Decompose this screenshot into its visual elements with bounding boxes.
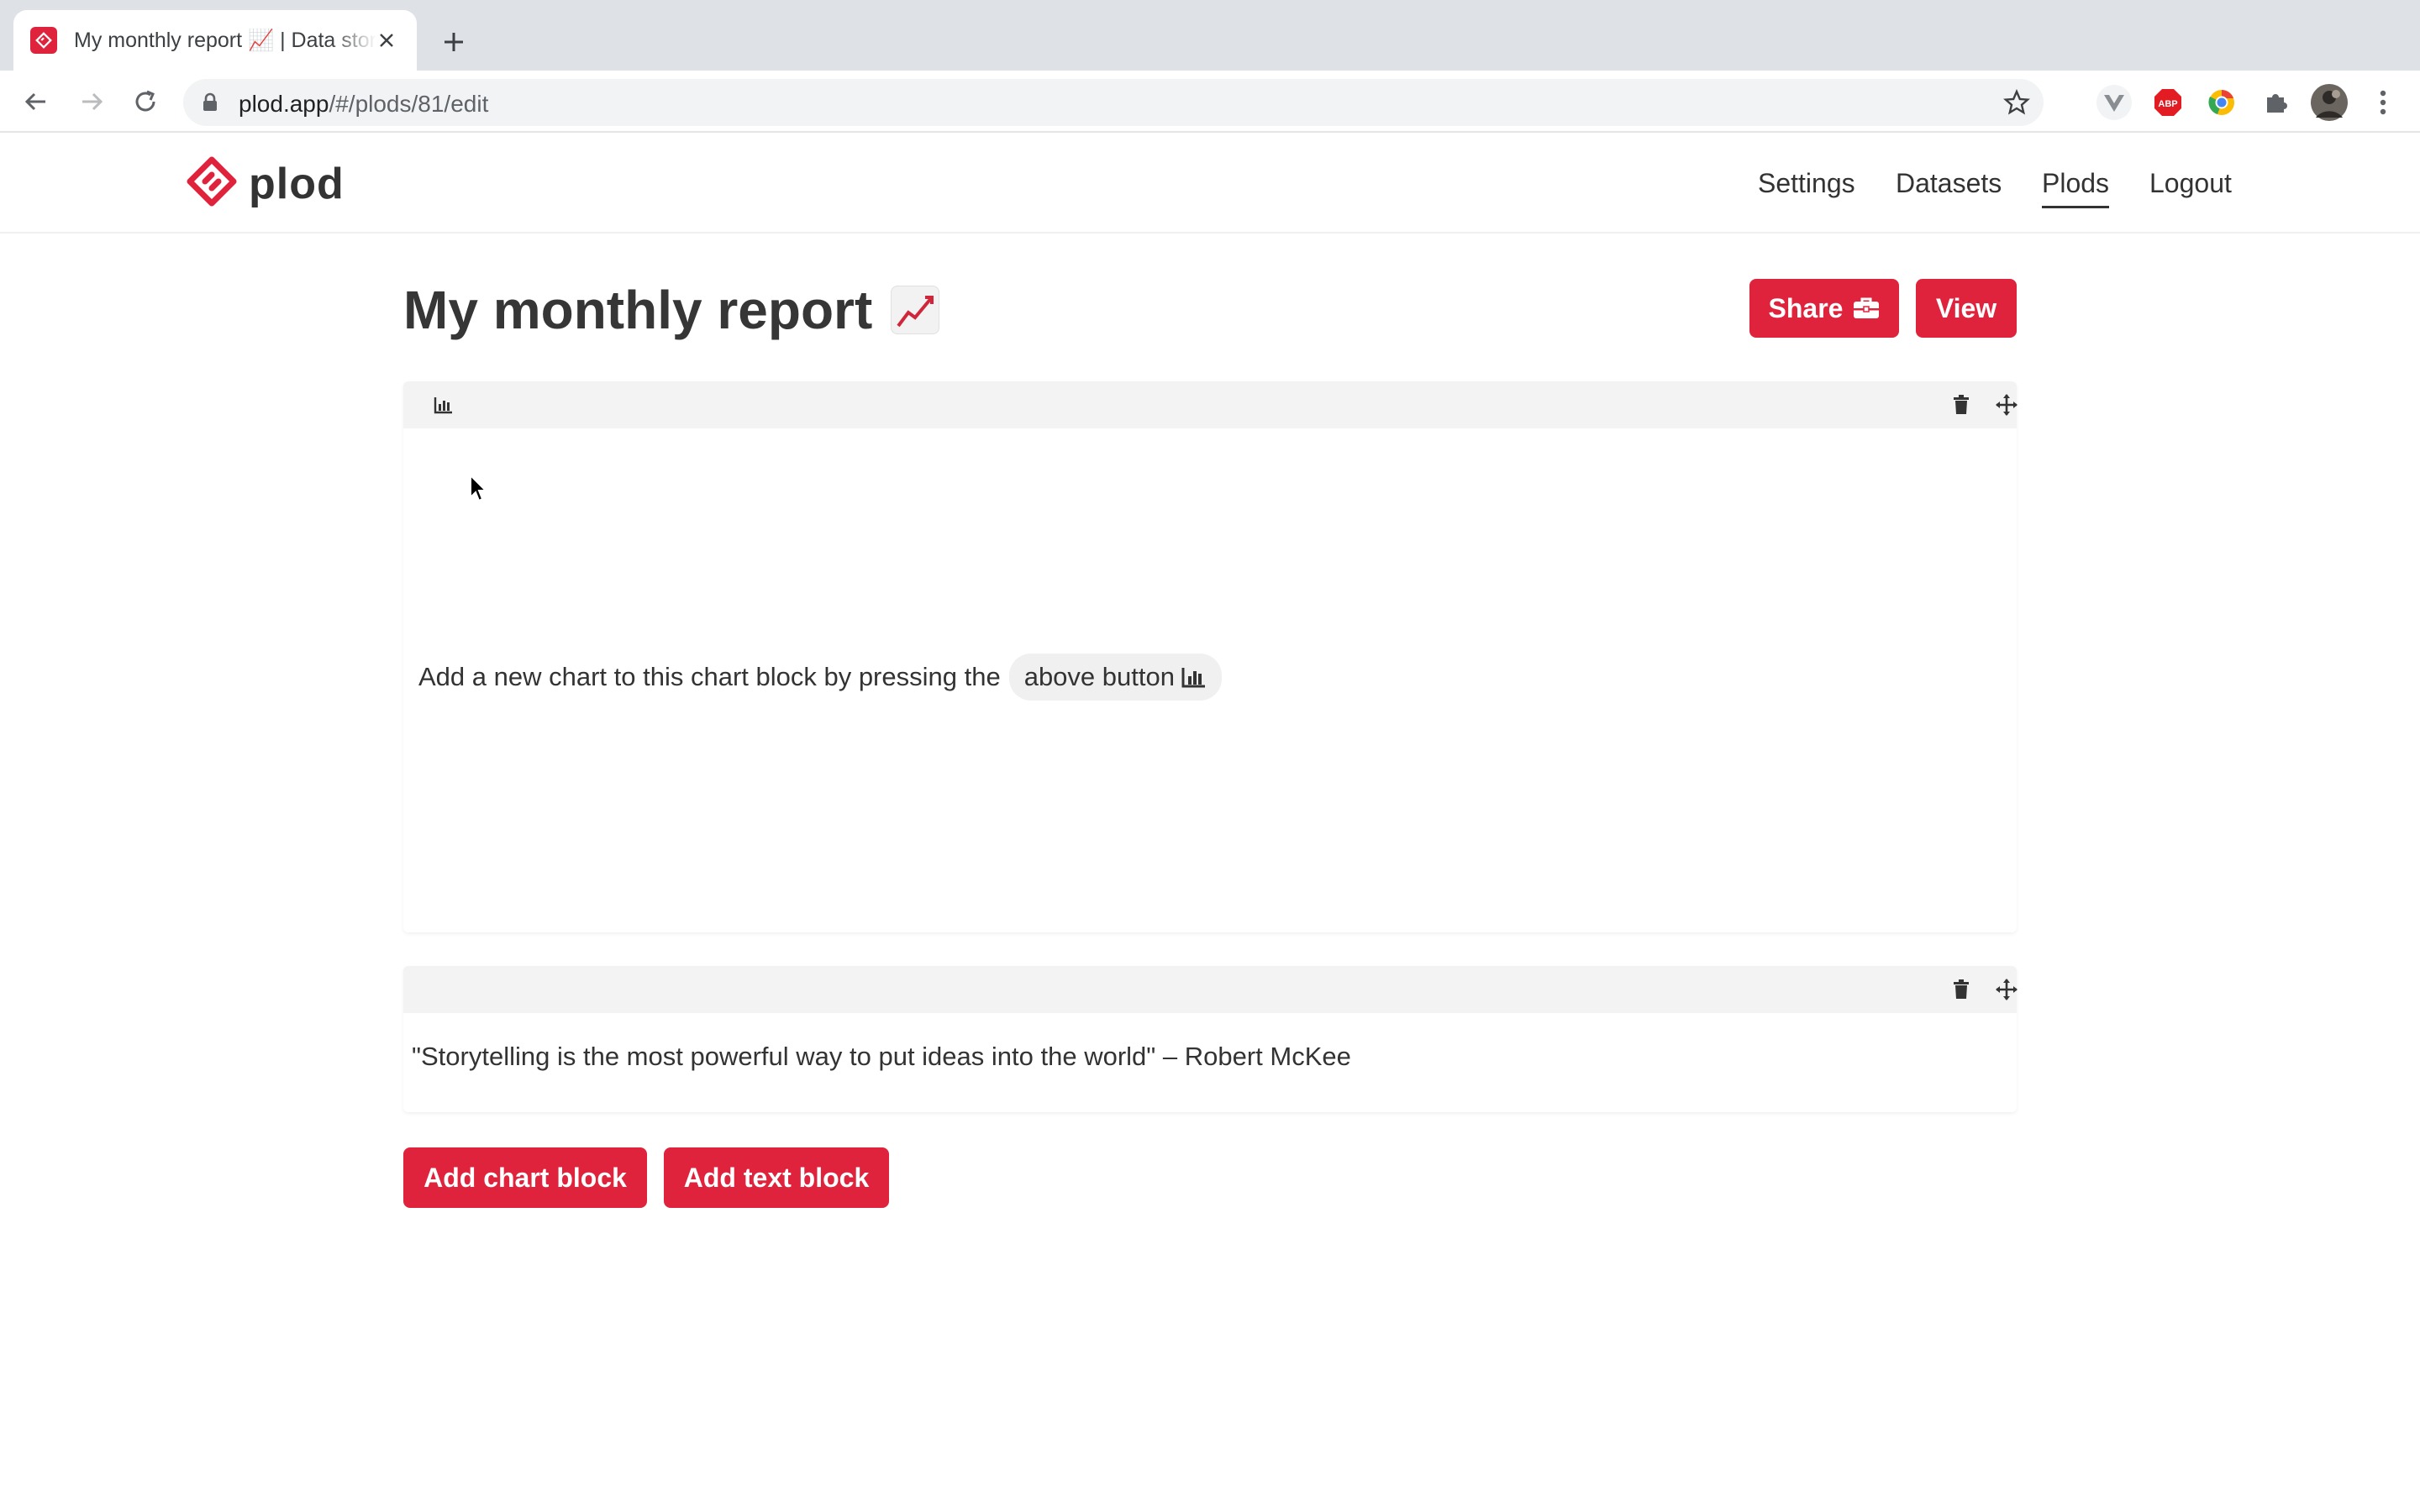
- move-arrows-icon[interactable]: [1990, 973, 2023, 1006]
- add-chart-icon[interactable]: [427, 388, 460, 422]
- text-block-content[interactable]: "Storytelling is the most powerful way t…: [412, 1042, 1351, 1072]
- url-text: plod.app/#/plods/81/edit: [239, 91, 489, 117]
- vue-devtools-extension-icon[interactable]: [2096, 84, 2133, 121]
- forward-arrow-icon[interactable]: [72, 82, 111, 121]
- hint-tag-label: above button: [1023, 662, 1175, 691]
- move-arrows-icon[interactable]: [1990, 388, 2023, 422]
- svg-text:ABP: ABP: [2158, 99, 2177, 109]
- share-button[interactable]: Share: [1749, 279, 1899, 338]
- share-label: Share: [1768, 292, 1844, 323]
- hint-tag: above button: [1008, 654, 1222, 701]
- nav-plods[interactable]: Plods: [2042, 168, 2110, 208]
- back-arrow-icon[interactable]: [17, 82, 55, 121]
- plod-logo[interactable]: plod: [187, 156, 345, 211]
- add-chart-block-button[interactable]: Add chart block: [403, 1147, 647, 1208]
- chart-block-toolbar: [403, 381, 2018, 428]
- browser-tab-strip: My monthly report 📈 | Data stories: [0, 0, 2420, 71]
- chart-increasing-icon: [891, 286, 940, 334]
- browser-tab-title: My monthly report 📈 | Data stories: [74, 28, 376, 52]
- address-bar[interactable]: plod.app/#/plods/81/edit: [183, 79, 2044, 126]
- chrome-extension-icon[interactable]: [2203, 84, 2240, 121]
- view-label: View: [1935, 292, 1997, 323]
- browser-menu-icon[interactable]: [2365, 84, 2402, 121]
- chart-block: Add a new chart to this chart block by p…: [403, 381, 2018, 932]
- nav-logout[interactable]: Logout: [2149, 168, 2232, 199]
- profile-avatar-icon[interactable]: [2311, 84, 2348, 121]
- plod-favicon-icon: [30, 27, 57, 54]
- extensions-puzzle-icon[interactable]: [2257, 84, 2294, 121]
- add-text-block-button[interactable]: Add text block: [664, 1147, 889, 1208]
- bookmark-star-icon[interactable]: [2003, 88, 2030, 120]
- chart-block-hint: Add a new chart to this chart block by p…: [418, 654, 1222, 701]
- add-chart-block-label: Add chart block: [424, 1162, 627, 1193]
- tab-close-icon[interactable]: [373, 27, 400, 54]
- text-block: "Storytelling is the most powerful way t…: [403, 966, 2018, 1112]
- browser-toolbar: plod.app/#/plods/81/edit ABP: [0, 71, 2420, 133]
- new-tab-plus-icon[interactable]: [435, 24, 472, 60]
- briefcase-icon: [1853, 297, 1880, 320]
- page-title: My monthly report: [403, 279, 940, 341]
- view-button[interactable]: View: [1916, 279, 2017, 338]
- reload-icon[interactable]: [126, 82, 165, 121]
- adblock-extension-icon[interactable]: ABP: [2149, 84, 2186, 121]
- app-header: plod Settings Datasets Plods Logout: [0, 133, 2420, 234]
- add-text-block-label: Add text block: [683, 1162, 870, 1193]
- delete-trash-icon[interactable]: [1944, 973, 1978, 1006]
- hint-text: Add a new chart to this chart block by p…: [418, 662, 1001, 691]
- browser-tab[interactable]: My monthly report 📈 | Data stories: [13, 10, 417, 71]
- chart-bars-icon: [1181, 668, 1205, 688]
- logo-text: plod: [249, 159, 345, 208]
- report-title: My monthly report: [403, 280, 873, 340]
- nav-settings[interactable]: Settings: [1758, 168, 1855, 199]
- plod-logo-icon: [187, 156, 237, 211]
- nav-datasets[interactable]: Datasets: [1896, 168, 2002, 199]
- text-block-toolbar: [403, 966, 2018, 1013]
- lock-icon: [202, 92, 218, 117]
- mouse-cursor-icon: [469, 473, 489, 508]
- delete-trash-icon[interactable]: [1944, 388, 1978, 422]
